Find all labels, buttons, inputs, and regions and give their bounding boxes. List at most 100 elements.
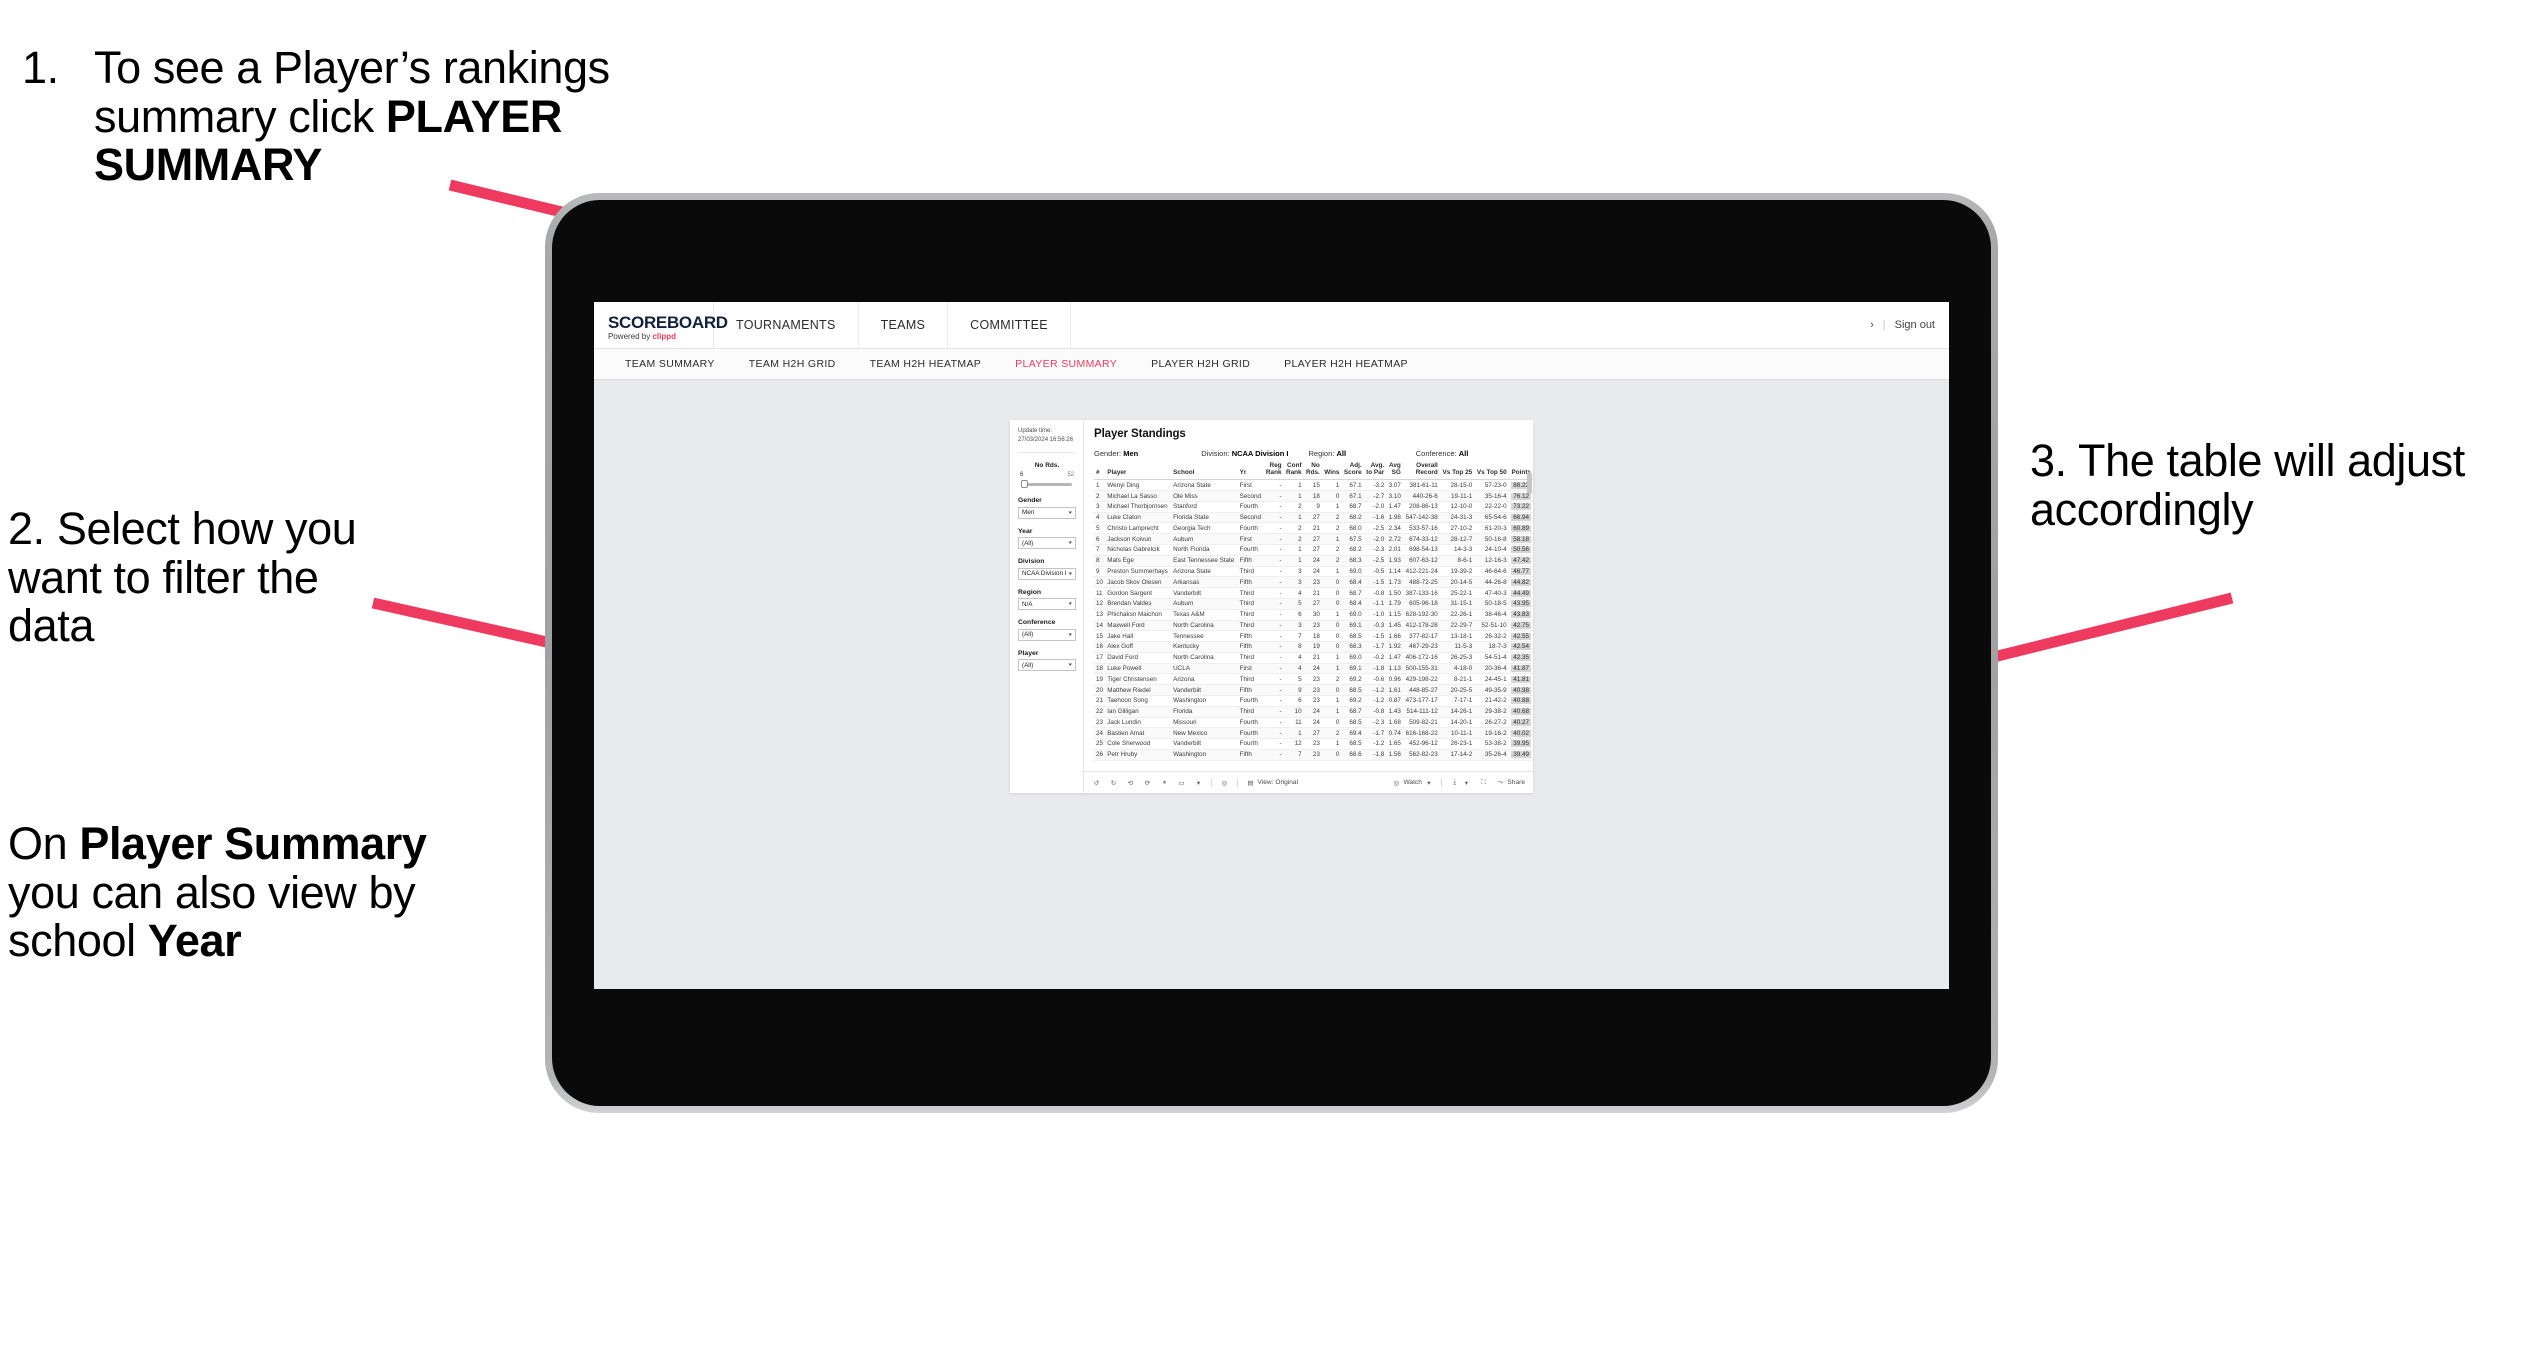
cell-yr: Fourth xyxy=(1237,522,1264,535)
cell-player: Brendan Valdes xyxy=(1105,598,1172,610)
cell-no-rds: 23 xyxy=(1303,749,1322,761)
table-row[interactable]: 10 Jacob Skov Olesen Arkansas Fifth -3 23 0 68.… xyxy=(1094,576,1533,589)
column-header[interactable]: Adj. Score xyxy=(1341,462,1364,481)
filter-year-select[interactable]: (All) ▾ xyxy=(1018,537,1076,550)
cell-points: 58.18 xyxy=(1508,533,1533,546)
download-button[interactable]: ⤓ ▾ xyxy=(1450,778,1471,787)
points-value: 42.75 xyxy=(1511,621,1531,629)
cell-vs-top-50: 52-51-10 xyxy=(1474,620,1509,632)
cell-wins: 1 xyxy=(1321,609,1342,621)
column-header[interactable]: Yr xyxy=(1237,462,1264,481)
tab-player-h2h-heatmap[interactable]: PLAYER H2H HEATMAP xyxy=(1267,358,1425,370)
table-row[interactable]: 3 Michael Thorbjornsen Stanford Fourth -2 9 1 6… xyxy=(1094,501,1533,513)
tab-team-h2h-grid[interactable]: TEAM H2H GRID xyxy=(732,358,853,370)
cell-reg-rank: - xyxy=(1263,501,1284,513)
table-row[interactable]: 23 Jack Lundin Missouri Fourth -11 24 0 68.5 -2.… xyxy=(1094,717,1533,729)
table-row[interactable]: 19 Tiger Christensen Arizona Third -5 23 2 69.2… xyxy=(1094,673,1533,686)
column-header[interactable]: Vs Top 25 xyxy=(1439,462,1475,481)
cell-vs-top-25: 19-39-2 xyxy=(1439,566,1475,578)
column-header[interactable]: No Rds. xyxy=(1303,462,1322,481)
watch-button[interactable]: ◎ Watch ▾ xyxy=(1392,778,1433,787)
cell-no-rds: 30 xyxy=(1303,609,1322,621)
undo-icon[interactable]: ↺ xyxy=(1092,778,1101,787)
table-row[interactable]: 21 Taehoon Song Washington Fourth -6 23 1 69.2-… xyxy=(1094,695,1533,707)
slider-handle[interactable] xyxy=(1021,480,1028,489)
cell-avg-sg: 1.93 xyxy=(1386,555,1403,567)
cell-wins: 1 xyxy=(1321,533,1342,546)
table-row[interactable]: 13 Phichaksn Maichon Texas A&M Third -6 30 1 69… xyxy=(1094,609,1533,621)
standings-table-container[interactable]: # Player School Yr Reg Rank Conf Rank No Rds. Wins… xyxy=(1084,462,1533,771)
table-row[interactable]: 18 Luke Powell UCLA First -4 24 1 69.1 -1.8 1.13 5… xyxy=(1094,663,1533,675)
chevron-down-icon[interactable]: ▾ xyxy=(1194,778,1203,787)
clock-history-icon[interactable]: ◎ xyxy=(1220,778,1229,787)
column-header[interactable]: Reg Rank xyxy=(1263,462,1284,481)
table-row[interactable]: 5 Christo Lamprecht Georgia Tech Fourth -2 21… xyxy=(1094,522,1533,535)
cell-avg-to-par: -0.5 xyxy=(1363,566,1387,578)
column-header[interactable]: Player xyxy=(1105,462,1172,481)
cell-school: Vanderbilt xyxy=(1171,587,1238,599)
table-row[interactable]: 8 Mats Ege East Tennessee State Fifth -1 24 2 6… xyxy=(1094,555,1533,567)
no-rounds-slider[interactable] xyxy=(1020,480,1074,489)
table-row[interactable]: 11 Gordon Sargent Vanderbilt Third -4 21 0 68.7… xyxy=(1094,587,1533,599)
tab-player-h2h-grid[interactable]: PLAYER H2H GRID xyxy=(1134,358,1267,370)
cell-conf-rank: 9 xyxy=(1283,684,1304,696)
refresh-icon[interactable]: ⟳ xyxy=(1143,778,1152,787)
nav-item-teams[interactable]: TEAMS xyxy=(859,302,949,348)
tab-team-summary[interactable]: TEAM SUMMARY xyxy=(608,358,732,370)
table-row[interactable]: 20 Matthew Riedel Vanderbilt Fifth -9 23 0 68.5… xyxy=(1094,684,1533,696)
view-original-button[interactable]: ▤ View: Original xyxy=(1246,778,1298,787)
table-row[interactable]: 24 Bastien Amat New Mexico Fourth -1 27 2 69.4-… xyxy=(1094,727,1533,740)
column-header[interactable]: # xyxy=(1094,462,1106,481)
table-row[interactable]: 7 Nicholas Gabrelcik North Florida Fourth -1… xyxy=(1094,544,1533,556)
filter-division-select[interactable]: NCAA Division I ▾ xyxy=(1018,567,1076,580)
account-chevron-icon[interactable]: › xyxy=(1870,319,1874,331)
table-row[interactable]: 9 Preston Summerhays Arizona State Third -3 2… xyxy=(1094,566,1533,578)
column-header[interactable]: School xyxy=(1171,462,1238,481)
column-header[interactable]: Overall Record xyxy=(1402,462,1440,481)
nav-item-tournaments[interactable]: TOURNAMENTS xyxy=(714,302,859,348)
table-row[interactable]: 16 Alex Goff Kentucky Fifth -8 19 0 68.3 -1.7 1.9… xyxy=(1094,641,1533,653)
column-header[interactable]: Wins xyxy=(1321,462,1342,481)
filter-gender-select[interactable]: Men ▾ xyxy=(1018,506,1076,519)
cell-no-rds: 24 xyxy=(1303,663,1322,675)
tab-team-h2h-heatmap[interactable]: TEAM H2H HEATMAP xyxy=(853,358,999,370)
tab-player-summary[interactable]: PLAYER SUMMARY xyxy=(998,358,1134,370)
pause-updates-icon[interactable]: ⏸ xyxy=(1160,778,1169,787)
table-row[interactable]: 1 Wenyi Ding Arizona State First -1 15 1 67.1 -3… xyxy=(1094,479,1533,492)
table-row[interactable]: 6 Jackson Koivun Auburn First -2 27 1 67.5 -2.0 2… xyxy=(1094,533,1533,546)
redo-icon[interactable]: ↻ xyxy=(1109,778,1118,787)
table-row[interactable]: 2 Michael La Sasso Ole Miss Second -1 18 0 67.1… xyxy=(1094,490,1533,502)
sign-out-link[interactable]: Sign out xyxy=(1895,319,1935,331)
table-row[interactable]: 4 Luke Claton Florida State Second -1 27 2 68.2… xyxy=(1094,512,1533,524)
table-row[interactable]: 26 Petr Hruby Washington Fifth -7 23 0 68.6 -1.8… xyxy=(1094,749,1533,761)
share-button[interactable]: ⤳ Share xyxy=(1496,778,1525,787)
cell-vs-top-50: 54-51-4 xyxy=(1474,652,1509,664)
cell-yr: First xyxy=(1237,533,1264,546)
device-layout-icon[interactable]: ▭ xyxy=(1177,778,1186,787)
cell-conf-rank: 5 xyxy=(1283,673,1304,686)
cell-adj-score: 67.5 xyxy=(1341,533,1364,546)
cell-no-rds: 23 xyxy=(1303,695,1322,707)
table-row[interactable]: 14 Maxwell Ford North Carolina Third -3 23 0 69… xyxy=(1094,620,1533,632)
table-row[interactable]: 25 Cole Sherwood Vanderbilt Fourth -12 23 1 68.… xyxy=(1094,738,1533,750)
filter-conference-select[interactable]: (All) ▾ xyxy=(1018,628,1076,641)
revert-icon[interactable]: ⟲ xyxy=(1126,778,1135,787)
table-row[interactable]: 17 David Ford North Carolina Third -4 21 1 69.0… xyxy=(1094,652,1533,664)
cell-school: East Tennessee State xyxy=(1171,555,1238,567)
cell-vs-top-25: 12-10-0 xyxy=(1439,501,1475,513)
vertical-scrollbar[interactable] xyxy=(1527,472,1532,494)
column-header[interactable]: Vs Top 50 xyxy=(1474,462,1509,481)
points-value: 39.95 xyxy=(1511,740,1531,748)
nav-item-committee[interactable]: COMMITTEE xyxy=(948,302,1071,348)
fullscreen-icon[interactable]: ⛶ xyxy=(1479,778,1488,787)
column-header[interactable]: Avg. to Par xyxy=(1363,462,1387,481)
table-row[interactable]: 15 Jake Hall Tennessee Fifth -7 18 0 68.5 -1.5 1.… xyxy=(1094,630,1533,643)
app-logo[interactable]: SCOREBOARD Powered by clippd xyxy=(594,302,728,348)
table-row[interactable]: 22 Ian Gilligan Florida Third -10 24 1 68.7 -0.8… xyxy=(1094,706,1533,718)
table-row[interactable]: 12 Brendan Valdes Auburn Third -5 27 0 68.4 -1.1… xyxy=(1094,598,1533,610)
chevron-down-icon: ▾ xyxy=(1068,601,1073,608)
column-header[interactable]: Conf Rank xyxy=(1283,462,1304,481)
column-header[interactable]: Avg SG xyxy=(1386,462,1403,481)
filter-region-select[interactable]: N/A ▾ xyxy=(1018,598,1076,611)
filter-player-select[interactable]: (All) ▾ xyxy=(1018,659,1076,672)
